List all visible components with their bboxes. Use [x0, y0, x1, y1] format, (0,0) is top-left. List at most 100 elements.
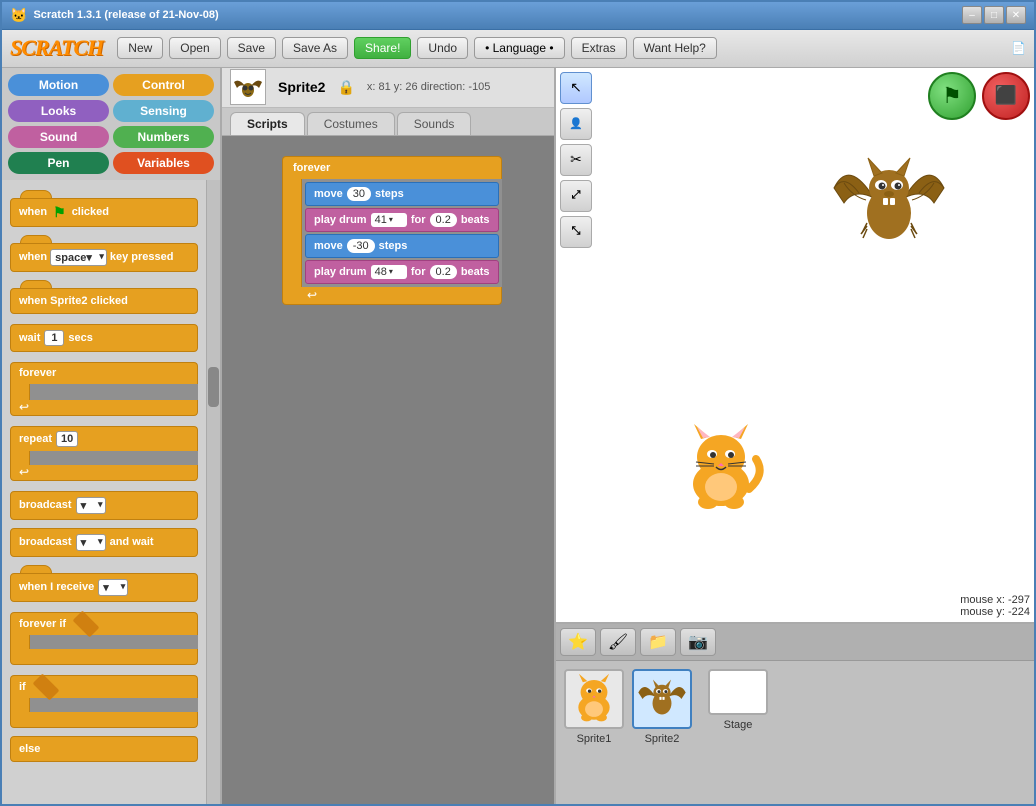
- block-broadcast[interactable]: broadcast ▾: [10, 491, 198, 520]
- drum1-beats-val[interactable]: 0.2: [430, 213, 457, 227]
- sprite2-on-stage[interactable]: [824, 148, 954, 261]
- drum2-dropdown[interactable]: 48 ▾: [371, 265, 407, 279]
- stage-area: ↖ 👤 ✂ ⤢ ⤡ ⚑ ⬛: [556, 68, 1034, 624]
- camera-sprite-button[interactable]: 📷: [680, 628, 716, 656]
- canvas-c-inner: move 30 steps play drum 41 ▾: [282, 179, 502, 287]
- sprite-list: Sprite1: [556, 661, 1034, 804]
- paint-sprite-button[interactable]: 🖌: [600, 628, 636, 656]
- language-button[interactable]: • Language •: [474, 37, 564, 59]
- category-sound[interactable]: Sound: [8, 126, 109, 148]
- sprite1-thumbnail: [564, 669, 624, 729]
- sprite1-label: Sprite1: [577, 733, 612, 745]
- canvas-block-move1[interactable]: move 30 steps: [305, 182, 499, 206]
- flag-icon: ⚑: [53, 204, 66, 221]
- drum2-beats-val[interactable]: 0.2: [430, 265, 457, 279]
- key-dropdown[interactable]: space▾: [50, 249, 107, 266]
- title-bar: 🐱 Scratch 1.3.1 (release of 21-Nov-08) –…: [2, 2, 1034, 30]
- extras-button[interactable]: Extras: [571, 37, 627, 59]
- block-when-sprite-clicked[interactable]: when Sprite2 clicked: [10, 288, 198, 314]
- category-sensing[interactable]: Sensing: [113, 100, 214, 122]
- left-panel: Motion Control Looks Sensing Sound Numbe…: [2, 68, 222, 804]
- tab-scripts[interactable]: Scripts: [230, 112, 305, 135]
- sprite-item-sprite2[interactable]: Sprite2: [632, 669, 692, 745]
- broadcast-dropdown[interactable]: ▾: [76, 497, 106, 514]
- sprite-list-panel: ⭐ 🖌 📁 📷: [556, 624, 1034, 804]
- titlebar-controls: – □ ✕: [962, 6, 1026, 24]
- wait-input[interactable]: 1: [44, 330, 64, 346]
- drum1-dropdown[interactable]: 41 ▾: [371, 213, 407, 227]
- toolbar: SCRATCH New Open Save Save As Share! Und…: [2, 30, 1034, 68]
- sprite-name-display: Sprite2: [278, 79, 325, 95]
- receive-dropdown[interactable]: ▾: [98, 579, 128, 596]
- mouse-coords-display: mouse x: -297 mouse y: -224: [960, 594, 1030, 618]
- block-broadcast-wait[interactable]: broadcast ▾ and wait: [10, 528, 198, 557]
- sprite-lock-icon: 🔒: [337, 79, 354, 96]
- save-as-button[interactable]: Save As: [282, 37, 348, 59]
- move1-val[interactable]: 30: [347, 187, 371, 201]
- save-button[interactable]: Save: [227, 37, 276, 59]
- sprite-list-toolbar: ⭐ 🖌 📁 📷: [556, 624, 1034, 661]
- undo-button[interactable]: Undo: [417, 37, 468, 59]
- stage-content: [556, 68, 1034, 622]
- share-button[interactable]: Share!: [354, 37, 411, 59]
- title-bar-left: 🐱 Scratch 1.3.1 (release of 21-Nov-08): [10, 7, 219, 24]
- block-else[interactable]: else: [10, 736, 198, 762]
- sprite1-on-stage[interactable]: [676, 419, 766, 522]
- canvas-block-drum1[interactable]: play drum 41 ▾ for 0.2 beats: [305, 208, 499, 232]
- maximize-button[interactable]: □: [984, 6, 1004, 24]
- category-control[interactable]: Control: [113, 74, 214, 96]
- block-forever[interactable]: forever ↩: [10, 362, 198, 416]
- category-numbers[interactable]: Numbers: [113, 126, 214, 148]
- sprite-coords-display: x: 81 y: 26 direction: -105: [367, 81, 491, 93]
- canvas-block-move2[interactable]: move -30 steps: [305, 234, 499, 258]
- right-panel: ↖ 👤 ✂ ⤢ ⤡ ⚑ ⬛: [554, 68, 1034, 804]
- broadcast-wait-dropdown[interactable]: ▾: [76, 534, 106, 551]
- block-when-clicked[interactable]: when ⚑ clicked: [10, 198, 198, 227]
- canvas-forever-label: forever: [282, 156, 502, 179]
- sprite-item-sprite1[interactable]: Sprite1: [564, 669, 624, 745]
- window-title: Scratch 1.3.1 (release of 21-Nov-08): [33, 9, 218, 21]
- canvas-forever-bottom: ↩: [282, 287, 502, 305]
- canvas-forever-block[interactable]: forever move 30: [282, 156, 502, 305]
- tab-costumes[interactable]: Costumes: [307, 112, 395, 135]
- forever-arrow-icon: ↩: [307, 288, 317, 302]
- category-variables[interactable]: Variables: [113, 152, 214, 174]
- block-if[interactable]: if: [10, 675, 198, 728]
- canvas-block-drum2[interactable]: play drum 48 ▾ for 0.2 beats: [305, 260, 499, 284]
- new-button[interactable]: New: [117, 37, 163, 59]
- repeat-input[interactable]: 10: [56, 431, 78, 447]
- script-tabs: Scripts Costumes Sounds: [222, 108, 554, 136]
- close-button[interactable]: ✕: [1006, 6, 1026, 24]
- sprite-thumbnail: [230, 69, 266, 105]
- category-looks[interactable]: Looks: [8, 100, 109, 122]
- folder-sprite-button[interactable]: 📁: [640, 628, 676, 656]
- script-canvas[interactable]: forever move 30: [222, 136, 554, 804]
- cat-sprite-svg: [676, 419, 766, 519]
- new-sprite-button[interactable]: ⭐: [560, 628, 596, 656]
- tab-sounds[interactable]: Sounds: [397, 112, 472, 135]
- scratch-logo: SCRATCH: [10, 35, 103, 61]
- palette-scrollbar[interactable]: [206, 180, 220, 804]
- category-pen[interactable]: Pen: [8, 152, 109, 174]
- open-button[interactable]: Open: [169, 37, 220, 59]
- script-blocks-area: forever move 30: [282, 156, 502, 305]
- block-when-key[interactable]: when space▾ key pressed: [10, 243, 198, 272]
- stage-thumbnail: [708, 669, 768, 715]
- block-palette: when ⚑ clicked when space▾ key pressed: [2, 180, 206, 804]
- help-icon: 📄: [1011, 41, 1026, 55]
- block-repeat[interactable]: repeat 10 ↩: [10, 426, 198, 481]
- canvas-inner-blocks: move 30 steps play drum 41 ▾: [302, 179, 502, 287]
- app-window: 🐱 Scratch 1.3.1 (release of 21-Nov-08) –…: [0, 0, 1036, 806]
- sprite2-label: Sprite2: [645, 733, 680, 745]
- block-wait[interactable]: wait 1 secs: [10, 324, 198, 352]
- block-when-receive[interactable]: when I receive ▾: [10, 573, 198, 602]
- minimize-button[interactable]: –: [962, 6, 982, 24]
- stage-item[interactable]: Stage: [708, 669, 768, 731]
- category-motion[interactable]: Motion: [8, 74, 109, 96]
- canvas-c-arm: [282, 179, 302, 287]
- block-forever-if[interactable]: forever if: [10, 612, 198, 665]
- stage-label: Stage: [724, 719, 753, 731]
- help-button[interactable]: Want Help?: [633, 37, 717, 59]
- sprite-thumb-image: [231, 70, 265, 104]
- move2-val[interactable]: -30: [347, 239, 375, 253]
